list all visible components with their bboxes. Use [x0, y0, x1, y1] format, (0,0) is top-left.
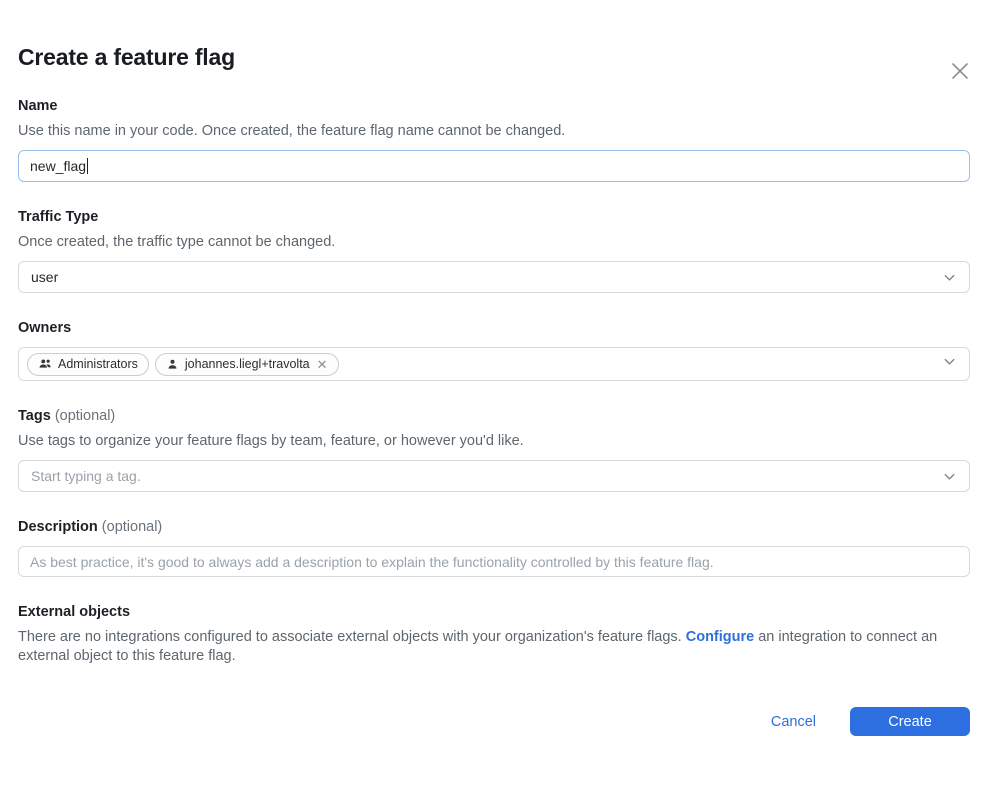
traffic-type-field-group: Traffic Type Once created, the traffic t… [18, 208, 970, 293]
create-button[interactable]: Create [850, 707, 970, 736]
create-feature-flag-dialog: Create a feature flag Name Use this name… [0, 44, 988, 736]
traffic-type-help-text: Once created, the traffic type cannot be… [18, 233, 970, 252]
tags-label: Tags (optional) [18, 407, 970, 426]
traffic-type-selected-value: user [31, 269, 58, 285]
chevron-down-icon [942, 354, 957, 374]
chevron-down-icon [942, 469, 957, 484]
name-label: Name [18, 97, 970, 116]
external-objects-label: External objects [18, 603, 970, 622]
tags-help-text: Use tags to organize your feature flags … [18, 432, 970, 451]
owner-chip-administrators[interactable]: Administrators [27, 353, 149, 376]
group-icon [38, 357, 52, 371]
owner-chip-user[interactable]: johannes.liegl+travolta ✕ [155, 353, 339, 376]
tags-optional-hint: (optional) [55, 408, 115, 424]
traffic-type-select[interactable]: user [18, 261, 970, 293]
text-caret [87, 158, 88, 174]
external-objects-section: External objects There are no integratio… [18, 603, 970, 665]
dialog-title: Create a feature flag [18, 44, 970, 71]
owners-multiselect[interactable]: Administrators johannes.liegl+travolta ✕ [18, 347, 970, 381]
dialog-footer: Cancel Create [18, 707, 970, 736]
owners-label: Owners [18, 319, 970, 338]
name-help-text: Use this name in your code. Once created… [18, 122, 970, 141]
tags-field-group: Tags (optional) Use tags to organize you… [18, 407, 970, 492]
close-button[interactable] [947, 59, 973, 85]
close-icon [948, 59, 972, 86]
name-field-group: Name Use this name in your code. Once cr… [18, 97, 970, 182]
cancel-button[interactable]: Cancel [771, 714, 816, 730]
traffic-type-label: Traffic Type [18, 208, 970, 227]
external-objects-text: There are no integrations configured to … [18, 628, 970, 665]
name-input[interactable]: new_flag [18, 150, 970, 182]
description-label: Description (optional) [18, 518, 970, 537]
tags-placeholder: Start typing a tag. [31, 468, 141, 484]
owner-chip-label: johannes.liegl+travolta [185, 357, 310, 371]
owner-chip-label: Administrators [58, 357, 138, 371]
description-placeholder: As best practice, it's good to always ad… [30, 554, 714, 570]
name-input-value: new_flag [30, 158, 86, 174]
description-field-group: Description (optional) As best practice,… [18, 518, 970, 577]
tags-input[interactable]: Start typing a tag. [18, 460, 970, 492]
description-input[interactable]: As best practice, it's good to always ad… [18, 546, 970, 577]
configure-link[interactable]: Configure [686, 629, 754, 645]
owners-field-group: Owners Administrators [18, 319, 970, 381]
remove-owner-icon[interactable]: ✕ [317, 358, 328, 371]
person-icon [166, 358, 179, 371]
description-optional-hint: (optional) [102, 519, 162, 535]
chevron-down-icon [942, 270, 957, 285]
